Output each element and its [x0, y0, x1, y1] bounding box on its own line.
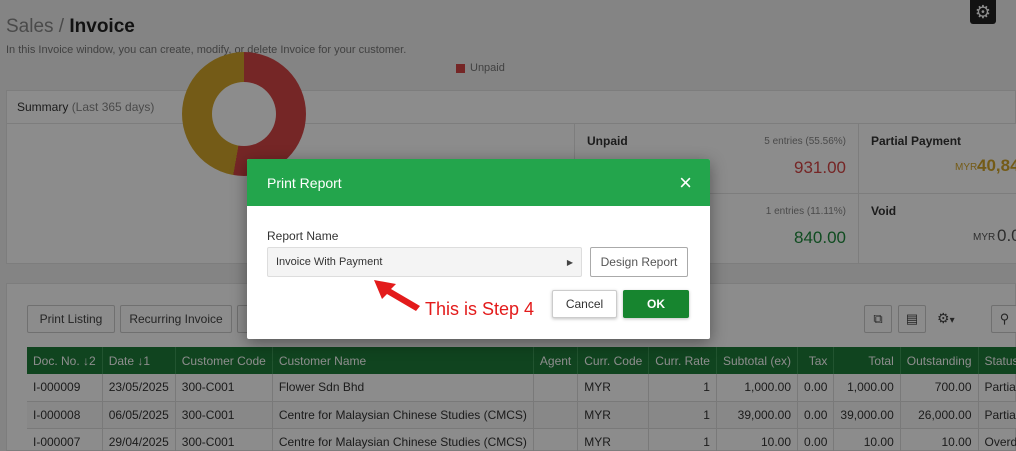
- report-name-value: Invoice With Payment: [276, 256, 383, 268]
- ok-button[interactable]: OK: [623, 290, 689, 318]
- dialog-header: Print Report ×: [247, 159, 710, 206]
- annotation-arrow-icon: [374, 280, 420, 311]
- design-report-button[interactable]: Design Report: [590, 247, 688, 277]
- report-name-select[interactable]: Invoice With Payment ▶: [267, 247, 582, 277]
- report-name-label: Report Name: [267, 229, 339, 243]
- close-icon[interactable]: ×: [679, 171, 692, 194]
- cancel-button[interactable]: Cancel: [552, 290, 617, 318]
- caret-right-icon: ▶: [566, 257, 573, 267]
- annotation-label: This is Step 4: [425, 299, 535, 319]
- dialog-title: Print Report: [267, 174, 342, 191]
